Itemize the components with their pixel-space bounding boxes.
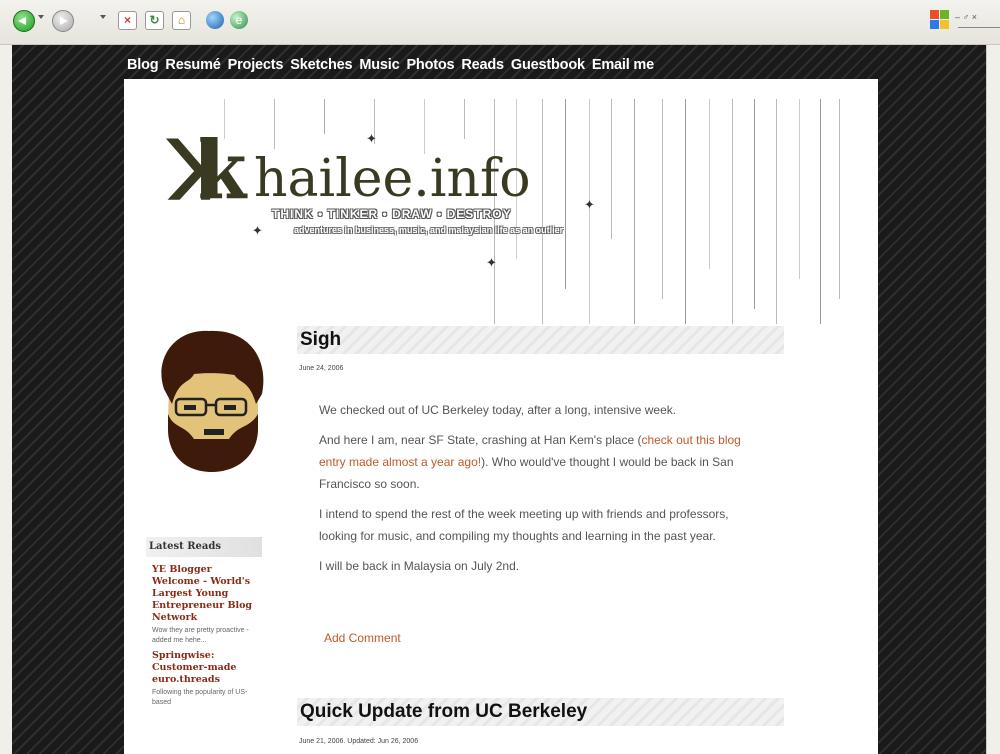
nav-photos[interactable]: Photos <box>406 57 454 77</box>
site-tagline: THINK • TINKER • DRAW • DESTROY <box>272 207 512 221</box>
post-header: Sigh <box>297 326 784 356</box>
home-icon[interactable]: ⌂ <box>172 11 191 30</box>
forward-dropdown-icon[interactable] <box>100 15 106 19</box>
sparkle-icon: ✦ <box>366 131 377 146</box>
nav-reads[interactable]: Reads <box>461 57 504 77</box>
post-header: Quick Update from UC Berkeley <box>297 698 784 728</box>
post-body: We checked out of UC Berkeley today, aft… <box>319 399 769 585</box>
windows-logo-icon <box>930 10 950 30</box>
add-comment-link[interactable]: Add Comment <box>324 631 401 645</box>
logo-mark: ꓘk <box>170 122 247 219</box>
read-link[interactable]: Springwise: Customer-made euro.threads <box>152 650 262 686</box>
post-title[interactable]: Quick Update from UC Berkeley <box>300 701 587 723</box>
nav-resume[interactable]: Resumé <box>165 57 220 77</box>
post-paragraph: And here I am, near SF State, crashing a… <box>319 433 741 491</box>
site-subtitle: adventures in business, music, and malay… <box>294 225 564 235</box>
sidebar-title: Latest Reads <box>146 537 262 557</box>
back-dropdown-icon[interactable] <box>38 15 44 19</box>
site-title: hailee.info <box>254 149 531 209</box>
post-paragraph: I intend to spend the rest of the week m… <box>319 507 729 543</box>
nav-projects[interactable]: Projects <box>228 57 284 77</box>
latest-reads-list: YE Blogger Welcome - World's Largest You… <box>152 564 262 712</box>
main-nav: Blog Resumé Projects Sketches Music Phot… <box>127 57 654 77</box>
nav-blog[interactable]: Blog <box>127 57 159 77</box>
scrollbar[interactable] <box>986 45 1000 754</box>
avatar <box>161 330 264 472</box>
nav-music[interactable]: Music <box>359 57 399 77</box>
nav-email[interactable]: Email me <box>592 57 654 77</box>
media-icon[interactable]: e <box>230 11 248 29</box>
globe-icon[interactable] <box>206 11 224 29</box>
post-title[interactable]: Sigh <box>300 329 341 351</box>
back-icon[interactable] <box>13 10 35 32</box>
sparkle-icon: ✦ <box>584 197 595 212</box>
read-description: Following the popularity of US-based <box>152 689 248 706</box>
browser-toolbar: × ↻ ⌂ e – ♂ × <box>0 0 1000 45</box>
post-paragraph: I will be back in Malaysia on July 2nd. <box>319 559 520 573</box>
post-paragraph: We checked out of UC Berkeley today, aft… <box>319 403 677 417</box>
forward-icon[interactable] <box>52 10 74 32</box>
sparkle-icon: ✦ <box>486 255 497 270</box>
read-link[interactable]: YE Blogger Welcome - World's Largest You… <box>152 564 262 624</box>
refresh-icon[interactable]: ↻ <box>145 11 164 30</box>
content-panel: ꓘk hailee.info THINK • TINKER • DRAW • D… <box>124 79 878 754</box>
nav-sketches[interactable]: Sketches <box>290 57 352 77</box>
stop-icon[interactable]: × <box>118 11 137 30</box>
left-frame <box>0 45 12 754</box>
post-date: June 21, 2006. Updated: Jun 26, 2006 <box>299 738 419 745</box>
nav-guestbook[interactable]: Guestbook <box>511 57 585 77</box>
header-banner[interactable]: ꓘk hailee.info THINK • TINKER • DRAW • D… <box>164 99 854 324</box>
read-description: Wow they are pretty proactive - added me… <box>152 627 249 644</box>
post-date: June 24, 2006 <box>299 365 344 372</box>
toolbar-divider <box>958 27 1000 28</box>
window-controls[interactable]: – ♂ × <box>955 12 977 22</box>
sparkle-icon: ✦ <box>252 223 263 238</box>
